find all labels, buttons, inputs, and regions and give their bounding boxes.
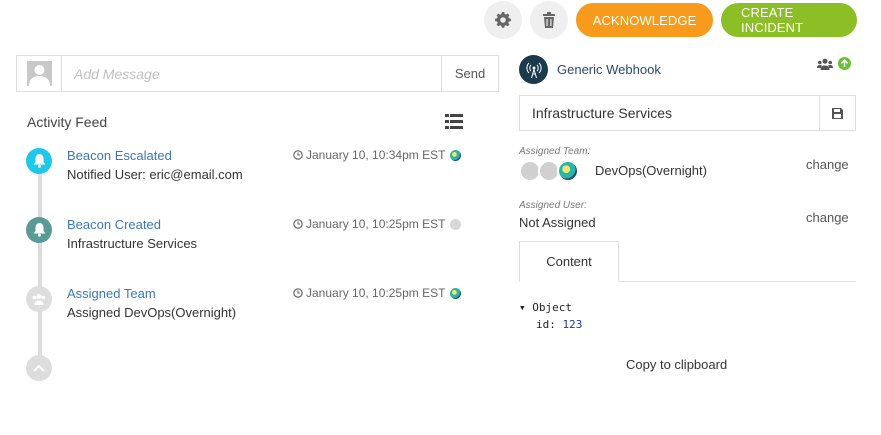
- feed-item-title[interactable]: Beacon Created: [67, 217, 161, 232]
- feed-item-subtitle: Notified User: eric@email.com: [67, 167, 243, 182]
- timeline-dot[interactable]: [26, 355, 52, 381]
- avatar: [557, 160, 579, 182]
- trash-icon: [543, 12, 555, 28]
- bell-icon: [33, 223, 45, 237]
- feed-item-time: January 10, 10:25pm EST: [293, 217, 462, 231]
- property-key: id:: [536, 318, 556, 331]
- feed-item-time-text: January 10, 10:34pm EST: [306, 148, 446, 162]
- feed-item-time-text: January 10, 10:25pm EST: [306, 286, 446, 300]
- object-row[interactable]: ▾ Object: [519, 301, 582, 314]
- users-icon: [32, 294, 46, 305]
- avatar: [450, 287, 462, 299]
- list-view-icon[interactable]: [445, 114, 463, 132]
- save-icon: [832, 107, 843, 119]
- team-avatars: [519, 160, 579, 182]
- expand-triangle-icon[interactable]: ▾: [519, 301, 526, 314]
- send-button[interactable]: Send: [441, 56, 498, 91]
- chevron-up-icon: [33, 364, 45, 372]
- clock-icon: [293, 150, 303, 160]
- avatar: [450, 218, 462, 230]
- content-object-viewer: ▾ Object id: 123: [519, 301, 582, 331]
- save-button[interactable]: [819, 96, 855, 130]
- broadcast-tower-icon: [525, 62, 542, 78]
- user-placeholder-icon: [28, 65, 50, 86]
- service-value[interactable]: Infrastructure Services: [520, 96, 819, 130]
- arrow-up-circle-icon[interactable]: [838, 57, 851, 70]
- source-name: Generic Webhook: [557, 62, 661, 77]
- feed-item-time: January 10, 10:25pm EST: [293, 286, 462, 300]
- avatar: [450, 149, 462, 161]
- object-property-row: id: 123: [536, 318, 582, 331]
- message-input[interactable]: [62, 56, 441, 91]
- source-icon: [519, 55, 548, 84]
- timeline-line: [38, 160, 42, 370]
- feed-item-time: January 10, 10:34pm EST: [293, 148, 462, 162]
- feed-item-subtitle: Infrastructure Services: [67, 236, 198, 251]
- feed-item-title[interactable]: Assigned Team: [67, 286, 156, 301]
- object-label: Object: [532, 301, 572, 314]
- clock-icon: [293, 288, 303, 298]
- assigned-user-value: Not Assigned: [519, 215, 596, 230]
- feed-item-subtitle: Assigned DevOps(Overnight): [67, 305, 237, 320]
- avatar: [17, 56, 62, 91]
- feed-item-time-text: January 10, 10:25pm EST: [306, 217, 446, 231]
- timeline-dot: [26, 217, 52, 243]
- gear-icon: [495, 12, 511, 28]
- tab-content[interactable]: Content: [519, 241, 619, 282]
- message-bar: Send: [16, 55, 499, 92]
- feed-item-title[interactable]: Beacon Escalated: [67, 148, 172, 163]
- settings-button[interactable]: [484, 1, 522, 39]
- timeline-dot: [26, 286, 52, 312]
- top-toolbar: ACKNOWLEDGE CREATE INCIDENT: [484, 0, 881, 40]
- acknowledge-button[interactable]: ACKNOWLEDGE: [576, 3, 713, 37]
- assigned-team-value: DevOps(Overnight): [595, 163, 707, 178]
- activity-feed-title: Activity Feed: [27, 114, 108, 130]
- assigned-team-label: Assigned Team:: [519, 146, 591, 157]
- bell-icon: [33, 154, 45, 168]
- copy-to-clipboard-button[interactable]: Copy to clipboard: [626, 357, 727, 372]
- clock-icon: [293, 219, 303, 229]
- timeline-dot: [26, 148, 52, 174]
- service-field[interactable]: Infrastructure Services: [519, 95, 856, 131]
- source-actions: [817, 57, 851, 70]
- delete-button[interactable]: [530, 1, 568, 39]
- property-value: 123: [562, 318, 583, 331]
- create-incident-button[interactable]: CREATE INCIDENT: [721, 3, 857, 37]
- change-team-link[interactable]: change: [806, 157, 849, 172]
- users-icon[interactable]: [817, 58, 833, 70]
- assigned-user-label: Assigned User:: [519, 200, 587, 211]
- change-user-link[interactable]: change: [806, 210, 849, 225]
